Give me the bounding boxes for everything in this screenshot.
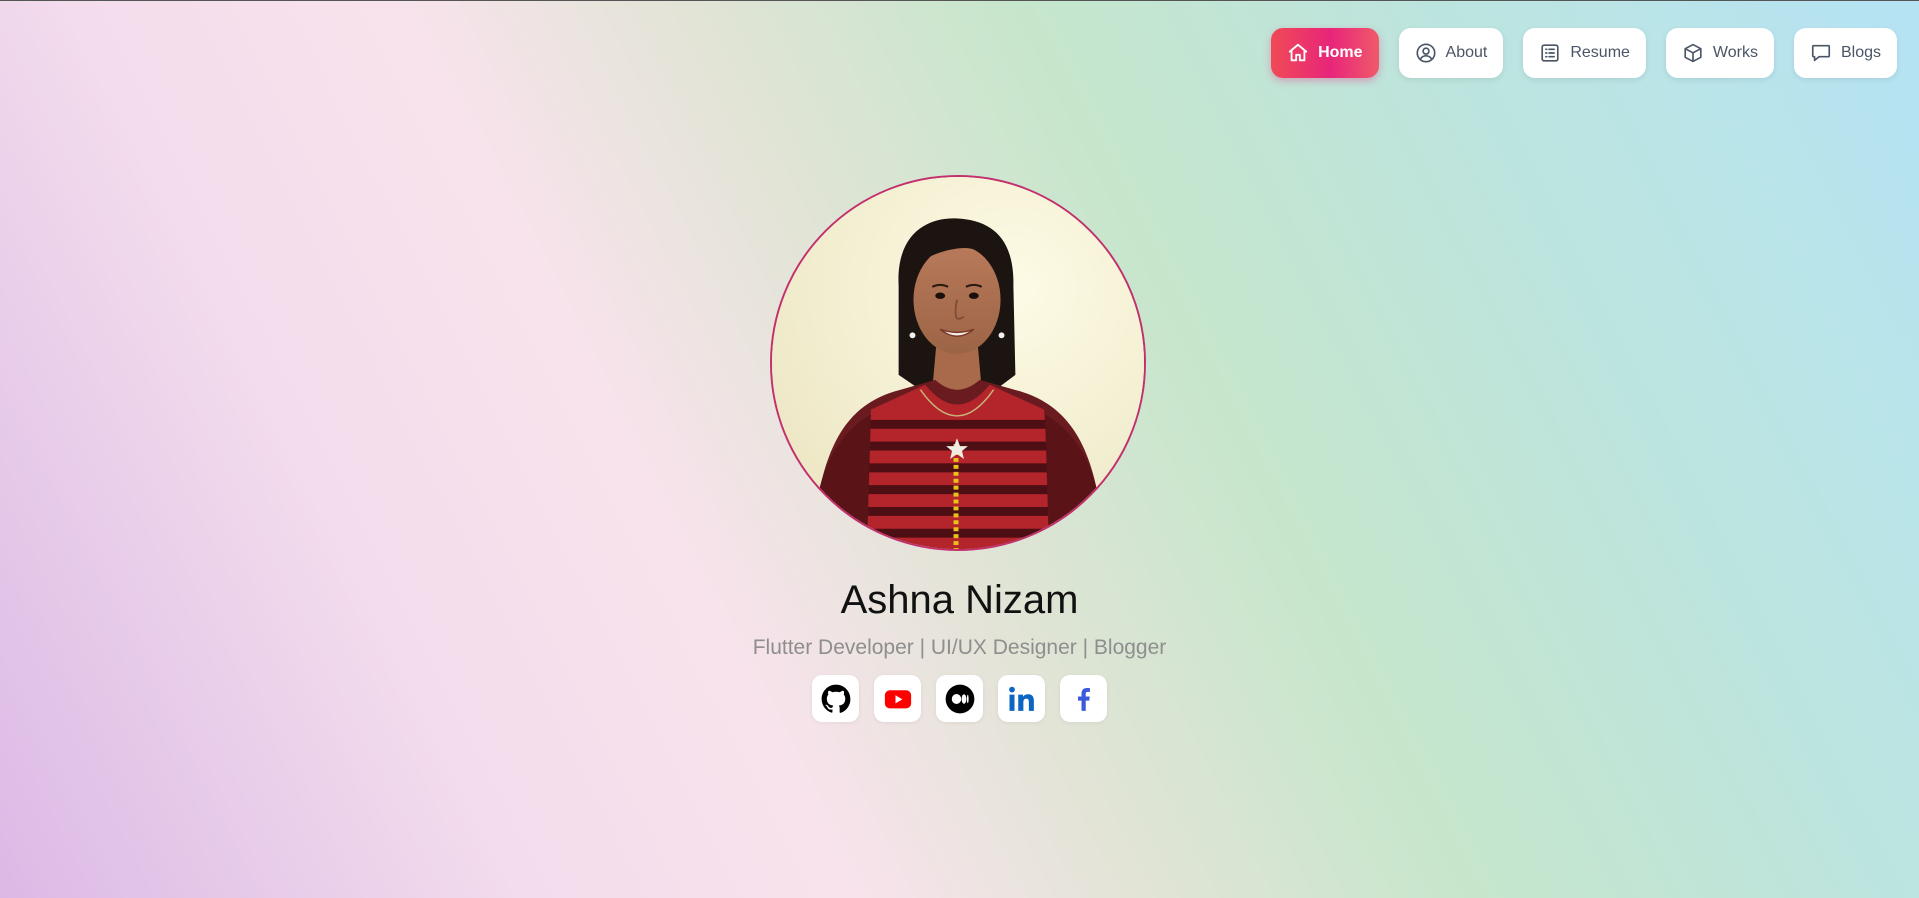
top-navigation: Home About Resume Works Blogs [1271,28,1897,78]
medium-link[interactable] [936,675,983,722]
profile-tagline: Flutter Developer | UI/UX Designer | Blo… [752,636,1167,659]
facebook-link[interactable] [1060,675,1107,722]
nav-resume-label: Resume [1570,44,1630,61]
cube-icon [1682,42,1704,64]
chat-bubble-icon [1810,42,1832,64]
medium-icon [945,684,974,713]
nav-home-label: Home [1318,44,1363,61]
document-list-icon [1539,42,1561,64]
profile-name: Ashna Nizam [840,578,1079,622]
nav-works-button[interactable]: Works [1665,28,1774,78]
github-link[interactable] [812,675,859,722]
home-icon [1287,42,1309,64]
user-circle-icon [1415,42,1437,64]
nav-blogs-label: Blogs [1840,44,1881,61]
nav-about-label: About [1445,44,1488,61]
top-border-line [0,0,1919,1]
nav-works-label: Works [1712,44,1758,61]
facebook-icon [1077,687,1090,711]
linkedin-icon [1008,686,1034,711]
youtube-link[interactable] [874,675,921,722]
linkedin-link[interactable] [998,675,1045,722]
profile-photo-illustration [772,177,1144,549]
github-icon [821,684,850,713]
nav-resume-button[interactable]: Resume [1523,28,1646,78]
nav-blogs-button[interactable]: Blogs [1793,28,1897,78]
social-links [0,675,1919,722]
profile-avatar [770,175,1146,551]
nav-home-button[interactable]: Home [1271,28,1379,78]
nav-about-button[interactable]: About [1398,28,1504,78]
youtube-icon [884,689,911,708]
